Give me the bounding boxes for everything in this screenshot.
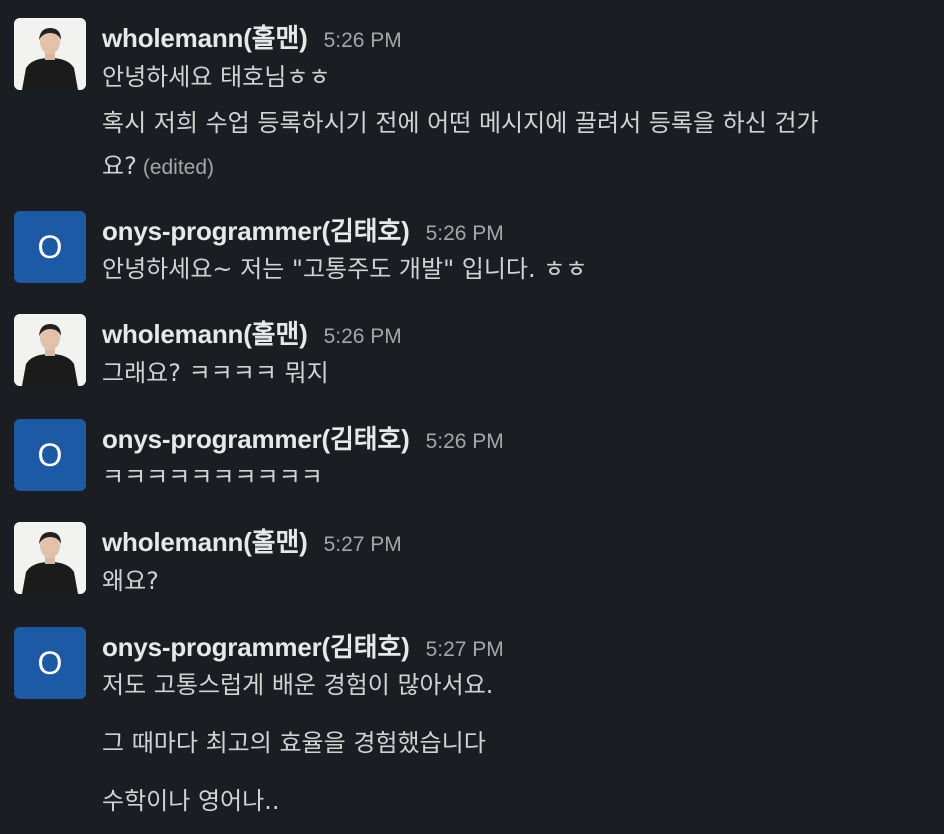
message-header: wholemann(홀맨) 5:26 PM [102,314,402,349]
avatar-initial: O [37,644,63,681]
author-name[interactable]: onys-programmer(김태호) [102,211,410,248]
author-name[interactable]: onys-programmer(김태호) [102,419,410,456]
avatar-initial: O [37,436,63,473]
message-header: wholemann(홀맨) 5:27 PM [102,522,402,557]
avatar[interactable] [14,18,86,90]
avatar-initial: O [37,228,63,265]
avatar[interactable] [14,522,86,594]
message-text: 안녕하세요 태호님ㅎㅎ [102,63,331,91]
avatar[interactable]: O [14,627,86,699]
timestamp[interactable]: 5:27 PM [324,533,402,557]
user-photo-icon [14,18,86,90]
timestamp[interactable]: 5:26 PM [324,29,402,53]
message-header: onys-programmer(김태호) 5:26 PM [102,419,504,454]
message-header: onys-programmer(김태호) 5:26 PM [102,211,504,246]
message-text: 왜요? [102,567,159,595]
message-header: wholemann(홀맨) 5:26 PM [102,18,402,53]
timestamp[interactable]: 5:27 PM [426,638,504,662]
avatar[interactable]: O [14,419,86,491]
author-name[interactable]: wholemann(홀맨) [102,314,308,351]
message-text: 그 때마다 최고의 효율을 경험했습니다 [102,729,486,757]
author-name[interactable]: wholemann(홀맨) [102,522,308,559]
message-text: 요? [102,152,137,180]
message-text: ㅋㅋㅋㅋㅋㅋㅋㅋㅋㅋ [102,463,323,491]
message-text: 혹시 저희 수업 등록하시기 전에 어떤 메시지에 끌려서 등록을 하신 건가 [102,109,819,137]
message-text: 수학이나 영어나.. [102,787,280,815]
timestamp[interactable]: 5:26 PM [426,430,504,454]
user-photo-icon [14,522,86,594]
message-text-continued: 요? (edited) [102,151,214,183]
timestamp[interactable]: 5:26 PM [324,325,402,349]
message-text: 저도 고통스럽게 배운 경험이 많아서요. [102,671,494,699]
message-header: onys-programmer(김태호) 5:27 PM [102,627,504,662]
author-name[interactable]: wholemann(홀맨) [102,18,308,55]
timestamp[interactable]: 5:26 PM [426,222,504,246]
message-text: 안녕하세요~ 저는 "고통주도 개발" 입니다. ㅎㅎ [102,255,588,283]
avatar[interactable]: O [14,211,86,283]
user-photo-icon [14,314,86,386]
author-name[interactable]: onys-programmer(김태호) [102,627,410,664]
avatar[interactable] [14,314,86,386]
message-text: 그래요? ㅋㅋㅋㅋ 뭐지 [102,359,329,387]
edited-label: (edited) [142,156,215,179]
